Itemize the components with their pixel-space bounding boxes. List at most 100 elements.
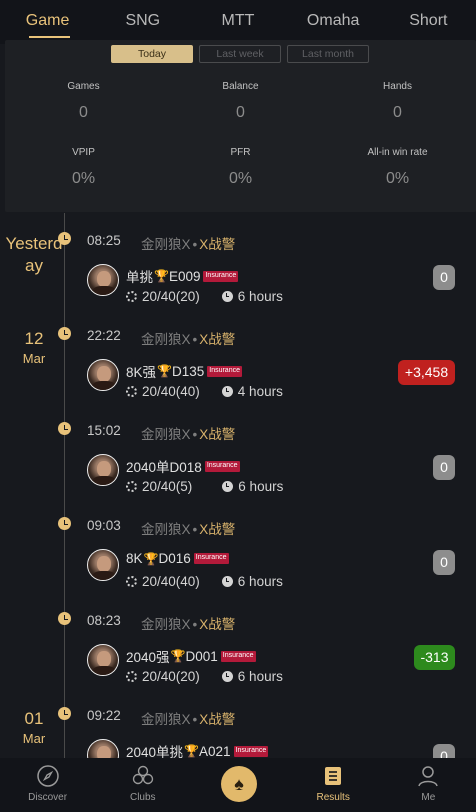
game-name-prefix: 单挑 — [126, 270, 153, 285]
duration: 6 hours — [238, 479, 284, 494]
trophy-icon: 🏆 — [157, 364, 172, 378]
spade-icon: ♠ — [234, 773, 244, 794]
blinds: 20/40(20) — [142, 289, 200, 304]
stat-hands: Hands 0 — [319, 78, 476, 144]
stat-value: 0% — [228, 170, 253, 187]
game-name: 2040单挑 🏆 A021 Insurance — [126, 741, 269, 758]
stat-value: 0 — [236, 104, 245, 121]
stat-value: 0 — [79, 104, 88, 121]
stat-games: Games 0 — [5, 78, 162, 144]
result-badge: +3,458 — [398, 360, 455, 385]
club-name: 金刚狼X — [141, 332, 191, 347]
alliance-name: X战警 — [199, 237, 236, 252]
game-name: 8K 🏆 D016 Insurance — [126, 551, 229, 566]
avatar — [87, 454, 119, 486]
result-badge: -313 — [414, 645, 455, 670]
duration: 6 hours — [237, 574, 283, 589]
nav-label: Clubs — [129, 792, 156, 803]
game-meta: 20/40(40) 4 hours — [126, 384, 283, 399]
filter-last-month[interactable]: Last month — [287, 45, 369, 63]
period-filter: Today Last week Last month — [111, 45, 369, 63]
game-name-prefix: 8K强 — [126, 365, 157, 380]
stat-value: 0 — [393, 104, 402, 121]
stat-label: Balance — [222, 81, 259, 92]
alliance-name: X战警 — [199, 522, 236, 537]
game-record[interactable]: 22:22 金刚狼X • X战警 8K强 🏆 D135 Insurance 20/40(4… — [0, 308, 476, 403]
trophy-icon: 🏆 — [143, 551, 159, 566]
stat-pfr: PFR 0% — [162, 144, 319, 210]
record-time: 08:23 — [87, 613, 121, 628]
filter-last-week[interactable]: Last week — [199, 45, 281, 63]
game-name: 2040强 🏆 D001 Insurance — [126, 646, 256, 666]
chip-icon — [126, 481, 137, 492]
avatar — [87, 549, 119, 581]
nav-me[interactable]: Me — [381, 758, 476, 812]
result-badge: 0 — [433, 265, 455, 290]
game-name-prefix: 8K — [126, 551, 143, 566]
clock-icon — [221, 576, 233, 587]
separator: • — [192, 237, 198, 252]
game-history-list[interactable]: Yesterd ay 12 Mar 01 Mar 08:25 金刚狼X • X战警 … — [0, 213, 476, 758]
club-info: 金刚狼X • X战警 — [141, 423, 235, 443]
game-name-prefix: 2040单挑 — [126, 745, 184, 758]
club-info: 金刚狼X • X战警 — [141, 613, 235, 633]
game-record[interactable]: 09:03 金刚狼X • X战警 8K 🏆 D016 Insurance 20/40(40… — [0, 498, 476, 593]
nav-label: Discover — [28, 792, 68, 803]
game-name: 单挑 🏆 E009 Insurance — [126, 266, 239, 286]
stat-value: 0% — [385, 170, 410, 187]
insurance-badge: Insurance — [203, 270, 239, 282]
stat-value: 0% — [71, 170, 96, 187]
alliance-name: X战警 — [199, 617, 236, 632]
nav-results[interactable]: Results — [286, 758, 381, 812]
stat-label: PFR — [230, 147, 251, 158]
insurance-badge: Insurance — [193, 553, 229, 564]
clock-node-icon — [58, 707, 71, 720]
tab-short[interactable]: Short — [381, 0, 476, 44]
trophy-icon: 🏆 — [154, 269, 169, 283]
game-record[interactable]: 08:23 金刚狼X • X战警 2040强 🏆 D001 Insurance 20/40… — [0, 593, 476, 688]
tab-game[interactable]: Game — [0, 0, 95, 44]
stat-label: Games — [67, 81, 100, 92]
insurance-badge: Insurance — [233, 745, 269, 757]
alliance-name: X战警 — [199, 712, 236, 727]
game-name-prefix: 2040强 — [126, 650, 170, 665]
game-name: 8K强 🏆 D135 Insurance — [126, 361, 242, 381]
clock-node-icon — [58, 517, 71, 530]
tab-sng[interactable]: SNG — [95, 0, 190, 44]
duration: 4 hours — [237, 384, 283, 399]
game-name-suffix: D001 — [185, 648, 218, 664]
game-record[interactable]: 09:22 金刚狼X • X战警 2040单挑 🏆 A021 Insurance 0 — [0, 688, 476, 758]
club-name: 金刚狼X — [141, 617, 191, 632]
club-name: 金刚狼X — [141, 237, 191, 252]
avatar — [87, 644, 119, 676]
club-info: 金刚狼X • X战警 — [141, 328, 235, 348]
chip-icon — [126, 386, 137, 397]
stat-label: VPIP — [72, 147, 95, 158]
record-time: 15:02 — [87, 423, 121, 438]
avatar — [87, 359, 119, 391]
club-name: 金刚狼X — [141, 427, 191, 442]
clock-node-icon — [58, 232, 71, 245]
game-record[interactable]: 15:02 金刚狼X • X战警 2040单D018 Insurance 20/40(… — [0, 403, 476, 498]
club-name: 金刚狼X — [141, 522, 191, 537]
nav-clubs[interactable]: Clubs — [95, 758, 190, 812]
club-info: 金刚狼X • X战警 — [141, 708, 235, 728]
separator: • — [192, 427, 198, 442]
nav-label: Results — [316, 792, 350, 803]
results-screen: Game SNG MTT Omaha Short Today Last week… — [0, 0, 476, 812]
clock-icon — [222, 481, 234, 492]
spade-play-button[interactable]: ♠ — [221, 766, 257, 802]
alliance-name: X战警 — [199, 332, 236, 347]
nav-discover[interactable]: Discover — [0, 758, 95, 812]
blinds: 20/40(40) — [142, 384, 200, 399]
filter-today[interactable]: Today — [111, 45, 193, 63]
tab-mtt[interactable]: MTT — [190, 0, 285, 44]
stats-panel: Today Last week Last month Games 0 Balan… — [5, 40, 476, 212]
record-time: 09:22 — [87, 708, 121, 723]
result-badge: 0 — [433, 550, 455, 575]
tab-omaha[interactable]: Omaha — [286, 0, 381, 44]
clock-node-icon — [58, 422, 71, 435]
avatar — [87, 739, 119, 758]
game-record[interactable]: 08:25 金刚狼X • X战警 单挑 🏆 E009 Insurance 20/40(20… — [0, 213, 476, 308]
clock-icon — [221, 291, 233, 302]
